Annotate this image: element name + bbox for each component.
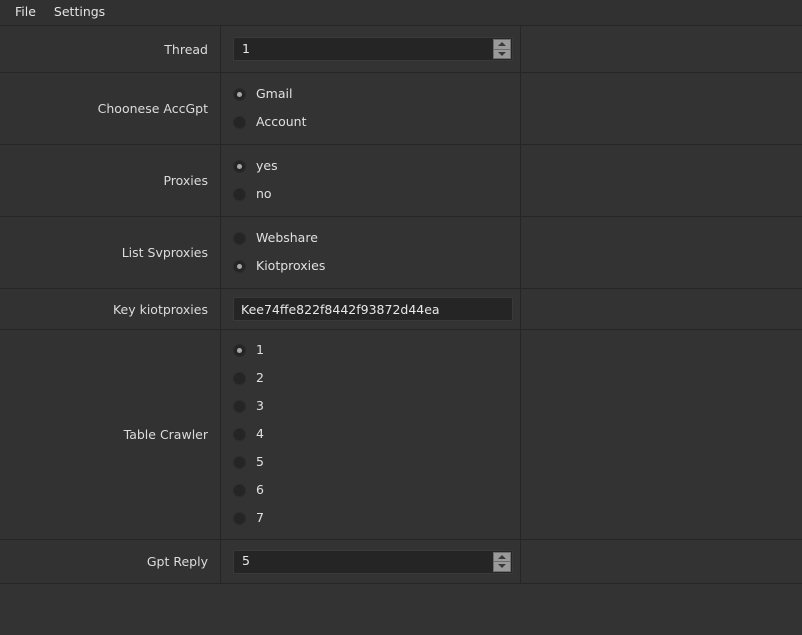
radio-group-choonese-accgpt: Gmail Account	[233, 73, 520, 144]
chevron-down-icon	[498, 564, 506, 569]
gpt-reply-spinner-value: 5	[242, 553, 250, 569]
radio-icon-table-crawler-4[interactable]	[233, 428, 246, 441]
form-row-table-crawler: Table Crawler 1 2 3 4 5 6 7	[0, 330, 802, 540]
field-label-table-crawler: Table Crawler	[123, 427, 208, 442]
gpt-reply-spinner[interactable]: 5	[233, 549, 513, 574]
field-cell-gpt-reply: 5	[221, 540, 521, 583]
key-kiotproxies-input[interactable]	[233, 297, 513, 321]
label-cell-list-svproxies: List Svproxies	[0, 217, 221, 288]
form-row-choonese-accgpt: Choonese AccGpt Gmail Account	[0, 73, 802, 145]
radio-option-proxies-no[interactable]: no	[233, 181, 520, 209]
radio-label-table-crawler-4: 4	[256, 426, 264, 442]
thread-spinner-up-button[interactable]	[493, 39, 511, 49]
label-cell-proxies: Proxies	[0, 145, 221, 216]
radio-label-proxies-yes: yes	[256, 158, 278, 174]
radio-label-gmail: Gmail	[256, 86, 293, 102]
label-cell-table-crawler: Table Crawler	[0, 330, 221, 539]
radio-label-table-crawler-2: 2	[256, 370, 264, 386]
radio-icon-webshare[interactable]	[233, 232, 246, 245]
radio-label-proxies-no: no	[256, 186, 272, 202]
field-label-key-kiotproxies: Key kiotproxies	[112, 301, 208, 317]
empty-cell-thread	[521, 26, 802, 72]
label-cell-key-kiotproxies: Key kiotproxies	[0, 289, 221, 329]
radio-group-proxies: yes no	[233, 145, 520, 216]
label-cell-choonese-accgpt: Choonese AccGpt	[0, 73, 221, 144]
radio-icon-table-crawler-7[interactable]	[233, 512, 246, 525]
radio-label-kiotproxies: Kiotproxies	[256, 258, 326, 274]
radio-label-table-crawler-7: 7	[256, 510, 264, 526]
chevron-up-icon	[498, 554, 506, 559]
gpt-reply-spinner-up-button[interactable]	[493, 551, 511, 561]
thread-spinner[interactable]: 1	[233, 37, 513, 61]
radio-icon-table-crawler-6[interactable]	[233, 484, 246, 497]
field-cell-key-kiotproxies	[221, 289, 521, 329]
form-empty-area	[0, 584, 802, 635]
radio-option-table-crawler-1[interactable]: 1	[233, 337, 520, 365]
radio-icon-kiotproxies[interactable]	[233, 260, 246, 273]
empty-cell-table-crawler	[521, 330, 802, 539]
empty-cell-gpt-reply	[521, 540, 802, 583]
menu-item-settings[interactable]: Settings	[45, 3, 114, 22]
menu-item-file[interactable]: File	[6, 3, 45, 22]
field-label-choonese-accgpt: Choonese AccGpt	[97, 101, 208, 116]
radio-icon-table-crawler-2[interactable]	[233, 372, 246, 385]
empty-cell-proxies	[521, 145, 802, 216]
field-cell-list-svproxies: Webshare Kiotproxies	[221, 217, 521, 288]
field-cell-table-crawler: 1 2 3 4 5 6 7	[221, 330, 521, 539]
radio-option-kiotproxies[interactable]: Kiotproxies	[233, 253, 520, 281]
thread-spinner-down-button[interactable]	[493, 48, 511, 59]
radio-option-table-crawler-4[interactable]: 4	[233, 421, 520, 449]
radio-option-table-crawler-2[interactable]: 2	[233, 365, 520, 393]
radio-option-table-crawler-6[interactable]: 6	[233, 477, 520, 505]
radio-icon-table-crawler-5[interactable]	[233, 456, 246, 469]
radio-label-table-crawler-1: 1	[256, 342, 264, 358]
radio-group-table-crawler: 1 2 3 4 5 6 7	[233, 330, 520, 539]
label-cell-thread: Thread	[0, 26, 221, 72]
radio-option-table-crawler-3[interactable]: 3	[233, 393, 520, 421]
settings-form: Thread 1 Choonese AccGpt Gmail Account P…	[0, 26, 802, 584]
radio-icon-gmail[interactable]	[233, 88, 246, 101]
radio-label-table-crawler-6: 6	[256, 482, 264, 498]
field-label-list-svproxies: List Svproxies	[121, 245, 208, 260]
radio-option-table-crawler-5[interactable]: 5	[233, 449, 520, 477]
empty-cell-list-svproxies	[521, 217, 802, 288]
gpt-reply-spinner-down-button[interactable]	[493, 561, 511, 572]
radio-icon-proxies-yes[interactable]	[233, 160, 246, 173]
radio-option-proxies-yes[interactable]: yes	[233, 153, 520, 181]
field-label-thread: Thread	[164, 41, 208, 57]
radio-option-account[interactable]: Account	[233, 109, 520, 137]
form-row-key-kiotproxies: Key kiotproxies	[0, 289, 802, 330]
radio-label-table-crawler-5: 5	[256, 454, 264, 470]
radio-icon-proxies-no[interactable]	[233, 188, 246, 201]
label-cell-gpt-reply: Gpt Reply	[0, 540, 221, 583]
form-row-thread: Thread 1	[0, 26, 802, 73]
field-label-proxies: Proxies	[163, 173, 208, 188]
menu-bar: File Settings	[0, 0, 802, 26]
radio-label-webshare: Webshare	[256, 230, 318, 246]
form-row-gpt-reply: Gpt Reply 5	[0, 540, 802, 584]
form-row-list-svproxies: List Svproxies Webshare Kiotproxies	[0, 217, 802, 289]
chevron-down-icon	[498, 51, 506, 56]
radio-option-webshare[interactable]: Webshare	[233, 225, 520, 253]
gpt-reply-spinner-buttons	[493, 551, 511, 572]
radio-label-account: Account	[256, 114, 307, 130]
radio-option-table-crawler-7[interactable]: 7	[233, 505, 520, 533]
empty-cell-choonese-accgpt	[521, 73, 802, 144]
radio-option-gmail[interactable]: Gmail	[233, 81, 520, 109]
thread-spinner-buttons	[493, 39, 511, 59]
radio-icon-table-crawler-3[interactable]	[233, 400, 246, 413]
field-cell-choonese-accgpt: Gmail Account	[221, 73, 521, 144]
thread-spinner-value: 1	[242, 40, 250, 56]
radio-icon-table-crawler-1[interactable]	[233, 344, 246, 357]
field-label-gpt-reply: Gpt Reply	[146, 554, 208, 569]
form-row-proxies: Proxies yes no	[0, 145, 802, 217]
empty-cell-key-kiotproxies	[521, 289, 802, 329]
field-cell-thread: 1	[221, 26, 521, 72]
field-cell-proxies: yes no	[221, 145, 521, 216]
radio-label-table-crawler-3: 3	[256, 398, 264, 414]
radio-group-list-svproxies: Webshare Kiotproxies	[233, 217, 520, 288]
radio-icon-account[interactable]	[233, 116, 246, 129]
chevron-up-icon	[498, 42, 506, 47]
